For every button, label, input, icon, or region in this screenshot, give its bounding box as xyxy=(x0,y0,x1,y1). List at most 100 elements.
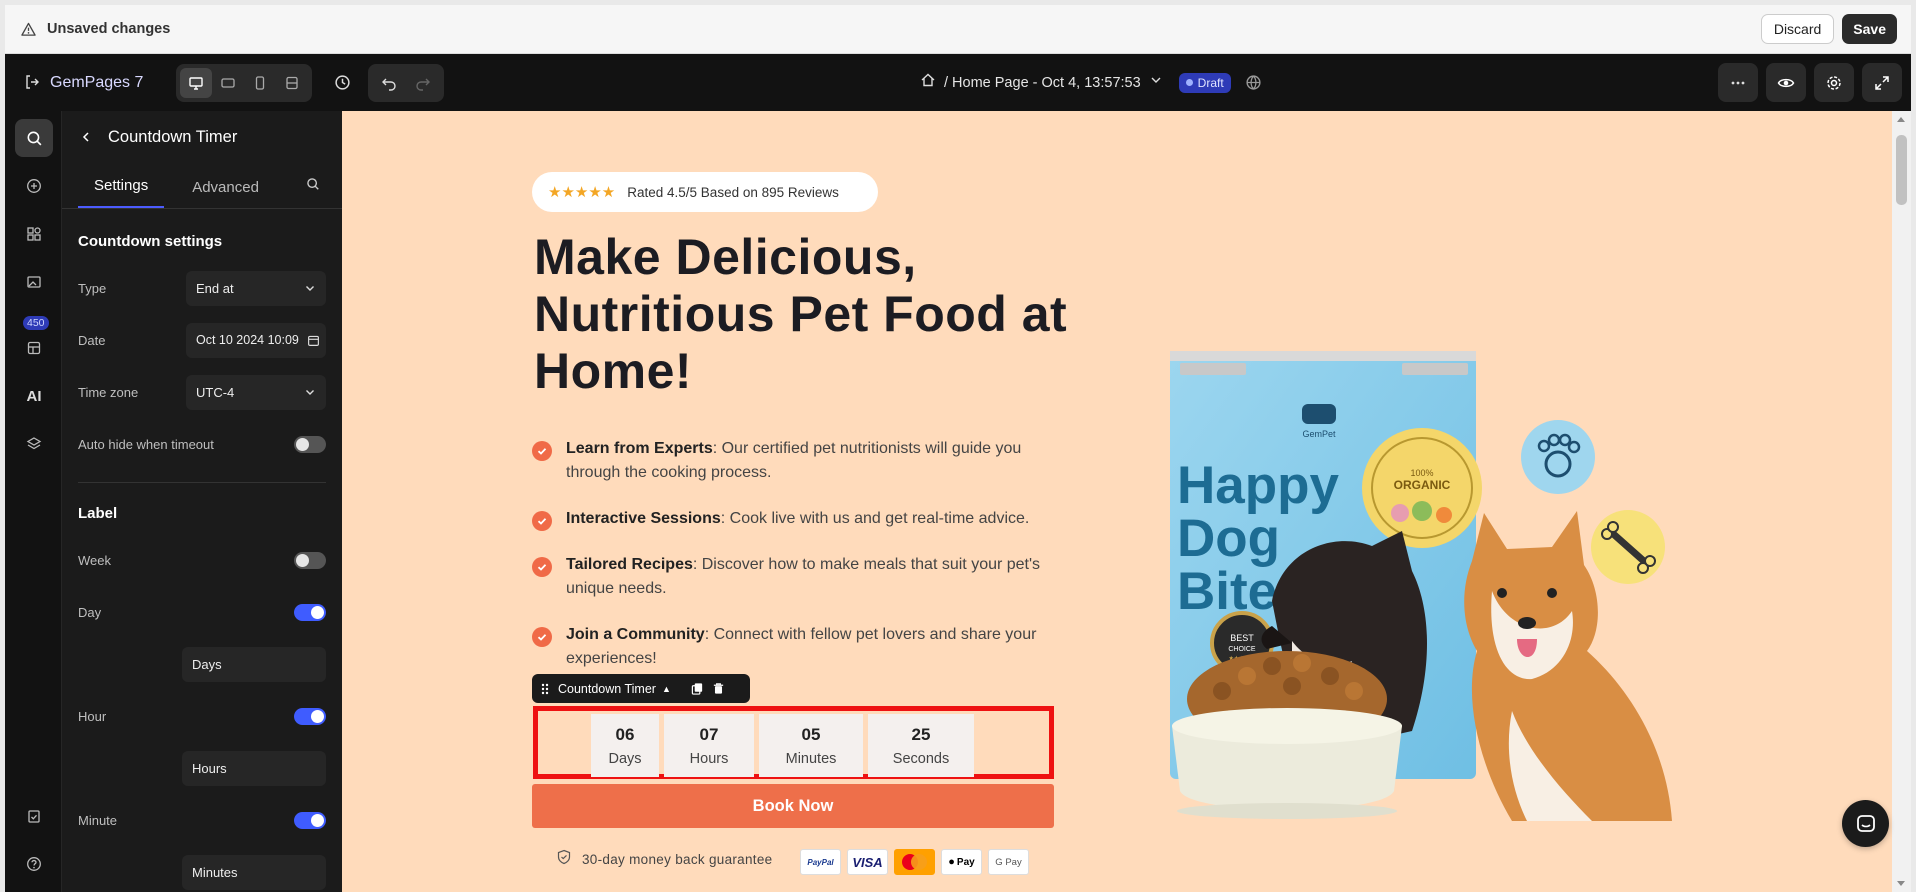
pages-button[interactable] xyxy=(15,263,53,301)
tab-settings[interactable]: Settings xyxy=(78,177,165,208)
delete-icon[interactable] xyxy=(712,682,725,695)
ai-button[interactable]: AI xyxy=(15,377,53,415)
timezone-select[interactable]: UTC-4 xyxy=(186,374,326,410)
status-badge: Draft xyxy=(1178,72,1231,93)
auto-hide-toggle[interactable] xyxy=(294,435,326,453)
more-options-button[interactable] xyxy=(1718,63,1758,102)
preview-button[interactable] xyxy=(1766,63,1806,102)
scroll-down-icon[interactable] xyxy=(1897,881,1905,886)
globe-icon[interactable] xyxy=(1245,74,1262,91)
feature-text: Tailored Recipes: Discover how to make m… xyxy=(566,556,1041,597)
save-button[interactable]: Save xyxy=(1842,14,1897,44)
search-icon[interactable] xyxy=(306,177,320,196)
brand-name: GemPages 7 xyxy=(50,73,144,91)
list-item[interactable]: Join a Community: Connect with fellow pe… xyxy=(532,623,1052,671)
hero-image[interactable]: GemPet Happy Dog Bites 100% ORGANIC BEST… xyxy=(1132,231,1692,831)
scroll-thumb[interactable] xyxy=(1896,135,1907,205)
day-label-input[interactable]: Days xyxy=(182,646,326,682)
chat-icon xyxy=(1856,814,1875,832)
grid-icon xyxy=(27,227,41,241)
date-picker[interactable]: Oct 10 2024 10:09 xyxy=(186,322,326,358)
settings-button[interactable] xyxy=(1814,63,1854,102)
hour-label-input[interactable]: Hours xyxy=(182,750,326,786)
plus-circle-icon xyxy=(27,179,41,193)
list-item[interactable]: Learn from Experts: Our certified pet nu… xyxy=(532,437,1052,485)
minute-toggle[interactable] xyxy=(294,811,326,829)
chat-button[interactable] xyxy=(1842,800,1889,847)
help-button[interactable] xyxy=(15,845,53,883)
layers-button[interactable] xyxy=(15,425,53,463)
add-element-button[interactable] xyxy=(15,167,53,205)
search-rail-button[interactable] xyxy=(15,119,53,157)
book-now-button[interactable]: Book Now xyxy=(532,784,1054,828)
rating-pill[interactable]: ★★★★★ Rated 4.5/5 Based on 895 Reviews xyxy=(532,172,878,212)
week-toggle[interactable] xyxy=(294,551,326,569)
back-icon[interactable] xyxy=(74,125,98,149)
bag-name-2: Dog xyxy=(1177,509,1280,568)
week-label: Week xyxy=(78,552,111,568)
undo-button[interactable] xyxy=(372,68,406,98)
countdown-settings-heading: Countdown settings xyxy=(78,233,223,250)
image-icon xyxy=(27,276,41,288)
redo-button[interactable] xyxy=(406,68,440,98)
calendar-icon xyxy=(308,335,319,346)
element-toolbar-label[interactable]: Countdown Timer xyxy=(558,682,656,696)
auto-hide-row: Auto hide when timeout xyxy=(62,418,342,470)
countdown-seconds: 25 Seconds xyxy=(868,714,974,777)
apps-button[interactable] xyxy=(15,329,53,367)
page-selector[interactable]: / Home Page - Oct 4, 13:57:53 Draft xyxy=(920,54,1262,111)
guarantee: 30-day money back guarantee xyxy=(556,849,772,870)
tablet-landscape-icon xyxy=(221,77,235,88)
page-canvas[interactable]: ★★★★★ Rated 4.5/5 Based on 895 Reviews M… xyxy=(342,111,1892,892)
page-title: / Home Page - Oct 4, 13:57:53 xyxy=(944,74,1141,91)
tab-advanced[interactable]: Advanced xyxy=(176,179,275,208)
panel-tabs: Settings Advanced xyxy=(62,163,342,209)
mobile-view-button[interactable] xyxy=(244,68,276,98)
badge-text-1: BEST xyxy=(1230,633,1254,643)
countdown-timer[interactable]: 06 Days 07 Hours 05 Minutes 25 Seconds xyxy=(533,706,1054,779)
check-icon xyxy=(532,441,552,461)
duplicate-icon[interactable] xyxy=(691,682,704,695)
ai-icon: AI xyxy=(26,387,42,405)
hour-toggle[interactable] xyxy=(294,707,326,725)
scroll-up-icon[interactable] xyxy=(1897,117,1905,122)
desktop-view-button[interactable] xyxy=(180,67,212,98)
unsaved-changes-text: Unsaved changes xyxy=(47,21,171,37)
apps-count-badge: 450 xyxy=(23,316,49,330)
type-label: Type xyxy=(78,280,107,296)
type-select[interactable]: End at xyxy=(186,270,326,306)
custom-view-button[interactable] xyxy=(276,68,308,98)
canvas-scrollbar[interactable] xyxy=(1892,111,1911,892)
exit-icon xyxy=(24,74,42,92)
drag-handle-icon[interactable] xyxy=(540,682,550,696)
bag-brand: GemPet xyxy=(1302,429,1336,439)
date-row: Date Oct 10 2024 10:09 xyxy=(62,314,342,366)
history-button[interactable] xyxy=(324,64,360,102)
minute-label-input[interactable]: Minutes xyxy=(182,854,326,890)
day-label: Day xyxy=(78,604,102,620)
search-icon xyxy=(27,131,41,145)
discard-button[interactable]: Discard xyxy=(1760,14,1835,44)
feature-text: Learn from Experts: Our certified pet nu… xyxy=(566,440,1022,481)
mobile-icon xyxy=(255,75,265,90)
editor-header: GemPages 7 / Home Page - Oct 4, 13:57:53 xyxy=(5,54,1911,111)
bag-name-1: Happy xyxy=(1177,456,1340,515)
caret-up-icon[interactable]: ▲ xyxy=(662,684,671,694)
day-toggle[interactable] xyxy=(294,603,326,621)
tablet-landscape-view-button[interactable] xyxy=(212,68,244,98)
list-item[interactable]: Interactive Sessions: Cook live with us … xyxy=(532,507,1052,531)
elements-button[interactable] xyxy=(15,215,53,253)
expand-icon xyxy=(1875,75,1889,90)
fullscreen-button[interactable] xyxy=(1862,63,1902,102)
gear-icon xyxy=(1827,75,1841,90)
checklist-button[interactable] xyxy=(15,797,53,835)
clipboard-icon xyxy=(28,810,40,823)
undo-redo-group xyxy=(368,63,444,102)
clock-icon xyxy=(334,75,350,90)
left-icon-rail: 450 AI xyxy=(5,111,62,892)
brand[interactable]: GemPages 7 xyxy=(24,74,174,92)
list-item[interactable]: Tailored Recipes: Discover how to make m… xyxy=(532,553,1052,601)
feature-text: Interactive Sessions: Cook live with us … xyxy=(566,510,1030,527)
hero-title[interactable]: Make Delicious, Nutritious Pet Food at H… xyxy=(534,229,1074,400)
date-label: Date xyxy=(78,332,106,348)
